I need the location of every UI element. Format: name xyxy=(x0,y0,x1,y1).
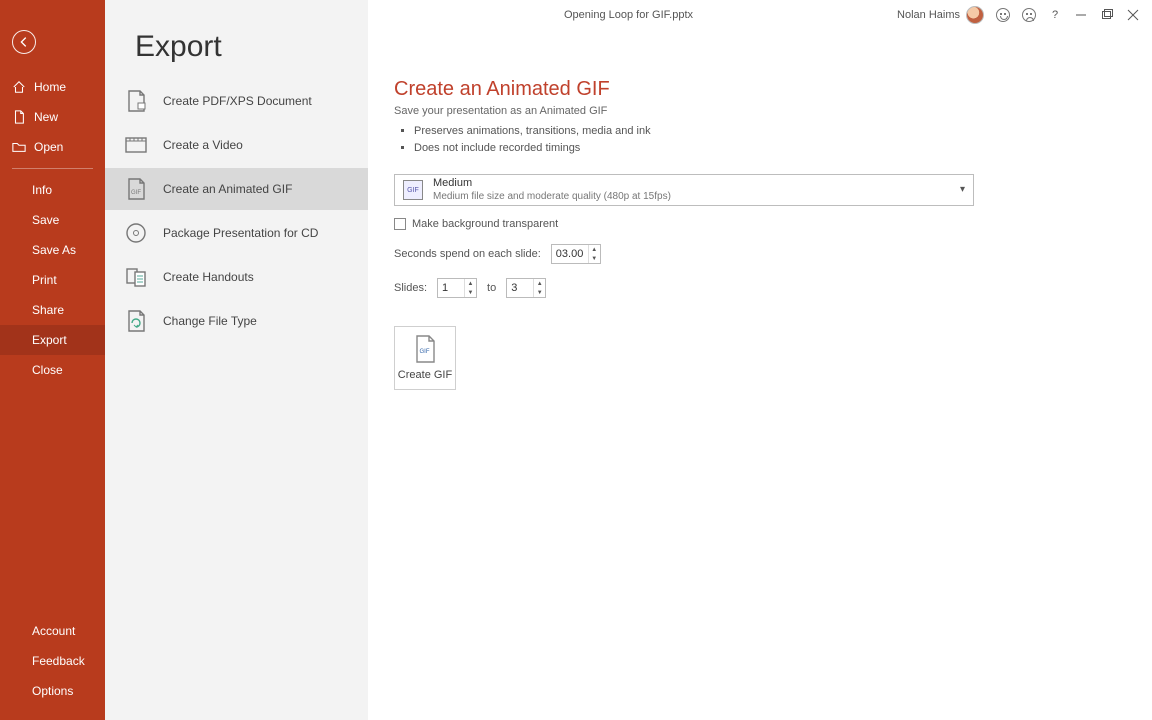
svg-text:GIF: GIF xyxy=(420,349,430,355)
sidebar-item-saveas[interactable]: Save As xyxy=(0,235,105,265)
change-filetype-icon xyxy=(123,308,149,334)
window-restore-button[interactable] xyxy=(1100,8,1114,22)
sidebar-item-options[interactable]: Options xyxy=(0,676,105,706)
back-button[interactable] xyxy=(12,30,36,54)
slides-to-label: to xyxy=(487,282,496,294)
cd-icon xyxy=(123,220,149,246)
export-option-label: Create an Animated GIF xyxy=(163,182,292,196)
video-icon xyxy=(123,132,149,158)
export-option-label: Package Presentation for CD xyxy=(163,226,318,240)
sidebar-item-share[interactable]: Share xyxy=(0,295,105,325)
slides-from-spinner[interactable]: ▲▼ xyxy=(464,279,476,297)
export-option-handouts[interactable]: Create Handouts xyxy=(105,256,368,298)
home-icon xyxy=(12,80,26,94)
account-button[interactable]: Nolan Haims xyxy=(897,6,984,24)
gif-page-icon: GIF xyxy=(123,176,149,202)
sidebar-item-home[interactable]: Home xyxy=(0,72,105,102)
export-option-package-cd[interactable]: Package Presentation for CD xyxy=(105,212,368,254)
page-title: Export xyxy=(105,30,368,80)
transparent-bg-label: Make background transparent xyxy=(412,218,558,230)
sidebar-item-account[interactable]: Account xyxy=(0,616,105,646)
export-option-pdfxps[interactable]: Create PDF/XPS Document xyxy=(105,80,368,122)
sidebar-item-label: Home xyxy=(34,80,66,94)
quality-title: Medium xyxy=(433,177,671,190)
sidebar-item-label: Account xyxy=(32,624,75,638)
sidebar-item-close[interactable]: Close xyxy=(0,355,105,385)
sidebar-item-print[interactable]: Print xyxy=(0,265,105,295)
quality-dropdown[interactable]: GIF Medium Medium file size and moderate… xyxy=(394,174,974,206)
seconds-per-slide-label: Seconds spend on each slide: xyxy=(394,248,541,260)
sidebar-divider xyxy=(12,168,93,169)
sidebar-item-new[interactable]: New xyxy=(0,102,105,132)
sidebar-item-label: Share xyxy=(32,303,64,317)
sidebar-item-label: Open xyxy=(34,140,63,154)
svg-text:GIF: GIF xyxy=(131,190,141,196)
sidebar-item-export[interactable]: Export xyxy=(0,325,105,355)
slides-from-input[interactable] xyxy=(438,279,464,297)
export-options-panel: Export Create PDF/XPS Document Create a … xyxy=(105,0,368,720)
detail-bullets: Preserves animations, transitions, media… xyxy=(394,123,1126,156)
backstage-sidebar: Home New Open Info Save Save As Print Sh… xyxy=(0,0,105,720)
gif-file-icon: GIF xyxy=(413,335,437,363)
slides-to-input[interactable] xyxy=(507,279,533,297)
export-option-label: Change File Type xyxy=(163,314,257,328)
export-option-anim-gif[interactable]: GIF Create an Animated GIF xyxy=(105,168,368,210)
handouts-icon xyxy=(123,264,149,290)
sidebar-item-label: Info xyxy=(32,183,52,197)
sidebar-item-label: Export xyxy=(32,333,67,347)
detail-heading: Create an Animated GIF xyxy=(394,78,1126,101)
sidebar-item-feedback[interactable]: Feedback xyxy=(0,646,105,676)
quality-desc: Medium file size and moderate quality (4… xyxy=(433,191,671,203)
chevron-down-icon: ▾ xyxy=(960,184,965,195)
export-option-change-filetype[interactable]: Change File Type xyxy=(105,300,368,342)
sidebar-item-label: Feedback xyxy=(32,654,85,668)
user-name-label: Nolan Haims xyxy=(897,9,960,21)
export-detail-pane: Create an Animated GIF Save your present… xyxy=(368,30,1152,720)
create-gif-button[interactable]: GIF Create GIF xyxy=(394,326,456,390)
help-button[interactable]: ? xyxy=(1048,8,1062,22)
export-option-label: Create a Video xyxy=(163,138,243,152)
export-option-video[interactable]: Create a Video xyxy=(105,124,368,166)
sidebar-item-info[interactable]: Info xyxy=(0,175,105,205)
sidebar-item-label: Save As xyxy=(32,243,76,257)
feedback-sad-icon[interactable] xyxy=(1022,8,1036,22)
slides-range-label: Slides: xyxy=(394,282,427,294)
open-folder-icon xyxy=(12,140,26,154)
seconds-per-slide-input[interactable] xyxy=(552,245,588,263)
create-gif-button-label: Create GIF xyxy=(398,369,452,381)
user-avatar-icon xyxy=(966,6,984,24)
sidebar-item-label: New xyxy=(34,110,58,124)
slides-to-spinner[interactable]: ▲▼ xyxy=(533,279,545,297)
sidebar-item-label: Close xyxy=(32,363,63,377)
feedback-happy-icon[interactable] xyxy=(996,8,1010,22)
detail-subtitle: Save your presentation as an Animated GI… xyxy=(394,105,1126,117)
sidebar-item-open[interactable]: Open xyxy=(0,132,105,162)
sidebar-item-save[interactable]: Save xyxy=(0,205,105,235)
export-option-label: Create PDF/XPS Document xyxy=(163,94,312,108)
export-option-label: Create Handouts xyxy=(163,270,254,284)
window-minimize-button[interactable] xyxy=(1074,8,1088,22)
pdf-page-icon xyxy=(123,88,149,114)
window-close-button[interactable] xyxy=(1126,8,1140,22)
sidebar-item-label: Print xyxy=(32,273,57,287)
quality-icon: GIF xyxy=(403,180,423,200)
new-icon xyxy=(12,110,26,124)
transparent-bg-checkbox[interactable] xyxy=(394,218,406,230)
sidebar-item-label: Options xyxy=(32,684,73,698)
detail-bullet: Does not include recorded timings xyxy=(414,140,1126,157)
seconds-spinner[interactable]: ▲▼ xyxy=(588,245,600,263)
detail-bullet: Preserves animations, transitions, media… xyxy=(414,123,1126,140)
sidebar-item-label: Save xyxy=(32,213,59,227)
